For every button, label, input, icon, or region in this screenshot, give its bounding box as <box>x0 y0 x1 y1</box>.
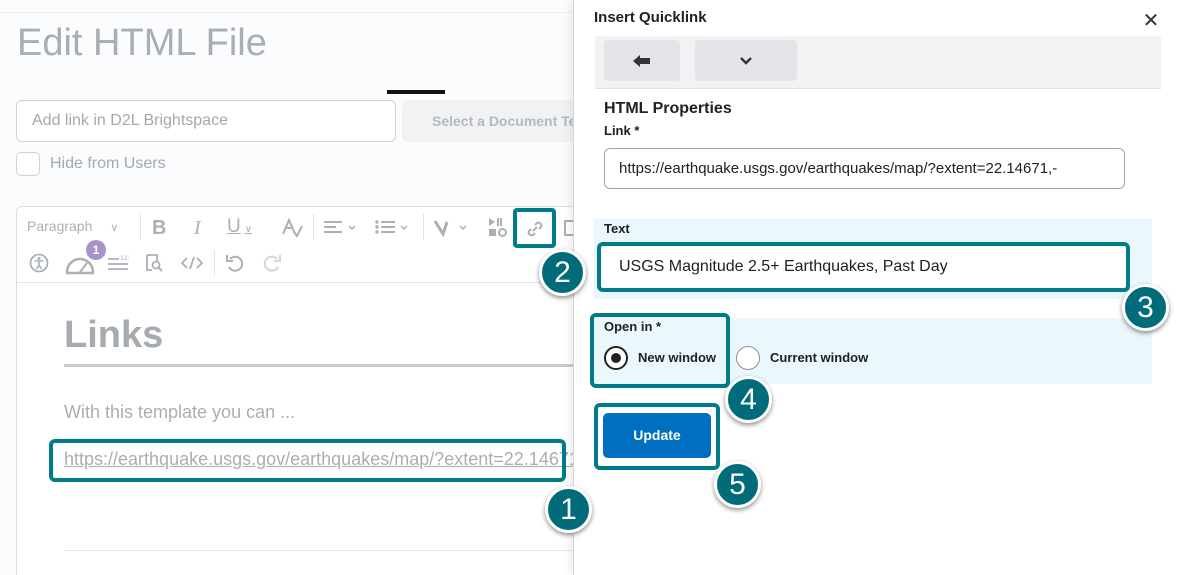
list-icon[interactable] <box>374 218 412 242</box>
notification-badge: 1 <box>86 240 106 260</box>
italic-icon[interactable]: I <box>194 218 201 238</box>
media-grid-icon[interactable] <box>487 216 509 242</box>
svg-text:123: 123 <box>120 255 129 262</box>
chevron-down-icon: ∨ <box>110 222 119 234</box>
toolbar-divider <box>214 250 215 276</box>
top-divider <box>0 12 575 13</box>
link-input[interactable]: https://earthquake.usgs.gov/earthquakes/… <box>604 148 1125 189</box>
hide-from-users-checkbox[interactable] <box>16 152 40 176</box>
link-text-input[interactable]: USGS Magnitude 2.5+ Earthquakes, Past Da… <box>605 250 1122 284</box>
step-3-badge: 3 <box>1122 284 1169 331</box>
html-editor <box>16 206 596 575</box>
paragraph-format-label: Paragraph <box>27 218 93 234</box>
dialog-title: Insert Quicklink <box>594 9 707 26</box>
current-window-label: Current window <box>770 350 869 365</box>
step-2-badge: 2 <box>539 249 586 296</box>
step-4-badge: 4 <box>725 376 772 423</box>
arrow-left-icon <box>633 54 650 67</box>
content-divider <box>64 550 574 551</box>
paragraph-format-select[interactable]: Paragraph ∨ <box>27 218 118 234</box>
hide-from-users-label: Hide from Users <box>50 155 166 172</box>
source-code-icon[interactable] <box>180 253 204 277</box>
heading-underline <box>64 364 574 367</box>
dialog-toolbar <box>595 36 1161 89</box>
text-highlight-frame: USGS Magnitude 2.5+ Earthquakes, Past Da… <box>597 242 1130 292</box>
open-in-highlight-frame <box>590 313 730 388</box>
add-link-input[interactable]: Add link in D2L Brightspace <box>16 100 396 142</box>
accessibility-icon[interactable] <box>29 253 49 277</box>
content-heading: Links <box>64 314 164 356</box>
chevron-down-icon <box>740 56 752 65</box>
format-painter-icon[interactable] <box>432 218 472 242</box>
link-highlight-frame <box>49 439 566 482</box>
current-window-radio[interactable] <box>736 346 760 370</box>
content-paragraph: With this template you can ... <box>64 402 296 422</box>
bold-icon[interactable]: B <box>152 218 166 238</box>
link-label: Link * <box>604 123 640 138</box>
back-button[interactable] <box>604 40 680 81</box>
word-count-icon[interactable]: 123 <box>107 253 132 277</box>
select-template-button[interactable]: Select a Document Template <box>402 100 582 142</box>
step-1-badge: 1 <box>545 486 592 533</box>
align-icon[interactable] <box>323 218 357 242</box>
insert-quicklink-button[interactable] <box>513 208 556 248</box>
step-5-badge: 5 <box>714 461 761 508</box>
link-icon <box>527 221 543 237</box>
toolbar-divider <box>423 214 424 240</box>
close-icon[interactable]: ✕ <box>1140 10 1162 32</box>
toolbar-divider <box>140 214 141 240</box>
properties-heading: HTML Properties <box>604 100 732 117</box>
update-button[interactable]: Update <box>603 413 711 458</box>
undo-icon[interactable] <box>225 253 245 277</box>
toolbar-bottom-border <box>17 282 577 283</box>
text-style-icon[interactable] <box>281 217 303 242</box>
text-label: Text <box>604 221 630 236</box>
toolbar-divider <box>313 214 314 240</box>
page-title: Edit HTML File <box>17 22 267 64</box>
options-dropdown-button[interactable] <box>695 40 797 81</box>
tab-indicator <box>387 90 445 94</box>
underline-icon[interactable]: U ∨ <box>227 217 252 240</box>
redo-icon[interactable] <box>262 253 282 277</box>
find-replace-icon[interactable] <box>144 253 164 277</box>
